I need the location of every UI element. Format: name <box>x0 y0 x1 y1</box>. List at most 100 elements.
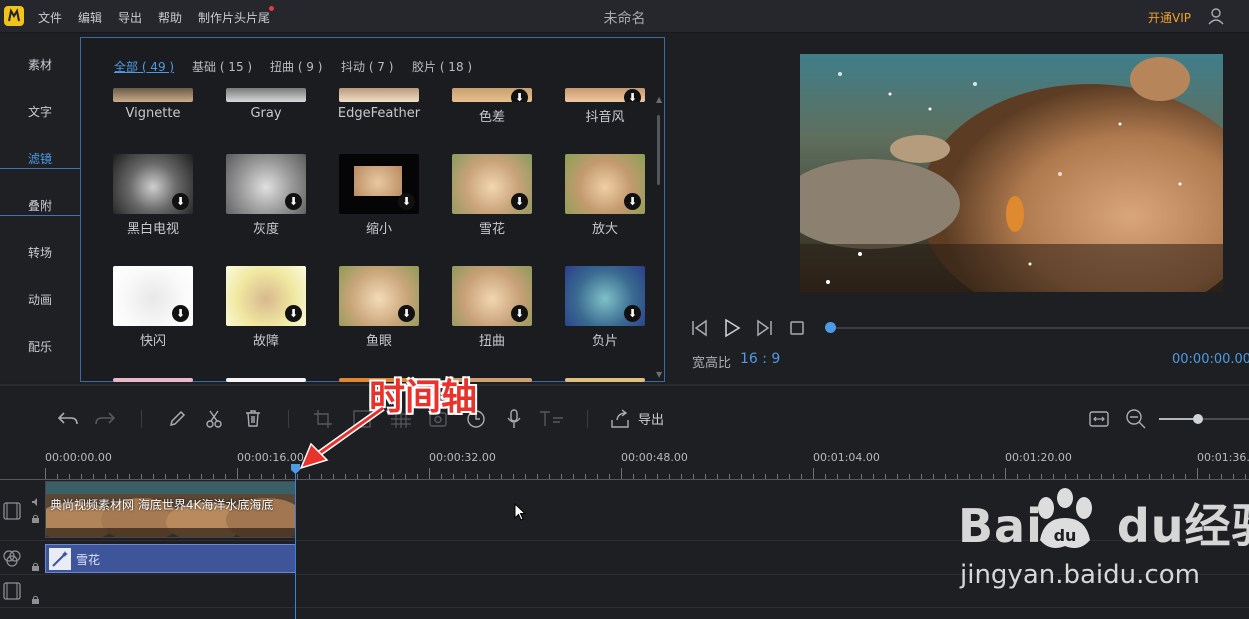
filter-card-snow[interactable]: ⬇ <box>452 154 532 214</box>
volume-icon[interactable] <box>31 497 41 507</box>
filter-card-shrink[interactable]: ⬇ <box>339 154 419 214</box>
download-icon[interactable]: ⬇ <box>172 305 189 322</box>
download-icon[interactable]: ⬇ <box>624 305 641 322</box>
next-frame-icon[interactable] <box>754 319 774 337</box>
filter-card-grayscale[interactable]: ⬇ <box>226 154 306 214</box>
export-button[interactable]: 导出 <box>638 409 664 428</box>
filter-card-chromatic[interactable]: ⬇ <box>452 88 532 102</box>
zoom-slider-handle[interactable] <box>1193 414 1203 424</box>
lock-icon[interactable] <box>31 595 40 605</box>
nav-item-music[interactable]: 配乐 <box>0 324 80 370</box>
filter-card-next[interactable] <box>565 378 645 382</box>
edit-icon[interactable] <box>167 409 187 429</box>
nav-item-media[interactable]: 素材 <box>0 42 80 88</box>
nav-item-overlay[interactable]: 叠附 <box>0 183 80 229</box>
video-preview[interactable] <box>800 54 1223 292</box>
prev-frame-icon[interactable] <box>690 319 710 337</box>
filter-label: 抖音风 <box>585 110 625 125</box>
scroll-up-icon[interactable]: ▲ <box>656 95 662 104</box>
nav-item-transition[interactable]: 转场 <box>0 230 80 276</box>
download-icon[interactable]: ⬇ <box>285 193 302 210</box>
ruler-label: 00:00:32.00 <box>429 451 496 464</box>
filter-label: Gray <box>250 106 282 121</box>
filter-card-vignette[interactable] <box>113 88 193 102</box>
export-icon[interactable] <box>609 408 631 430</box>
menu-intro-outro[interactable]: 制作片头片尾 <box>198 9 270 26</box>
nav-item-filter[interactable]: 滤镜 <box>0 136 80 182</box>
ruler-label: 00:00:00.00 <box>45 451 112 464</box>
menu-export[interactable]: 导出 <box>118 9 142 26</box>
cut-icon[interactable] <box>204 409 224 429</box>
filter-label: 黑白电视 <box>126 222 179 237</box>
lock-icon[interactable] <box>31 562 40 572</box>
filter-scrollbar[interactable] <box>657 115 660 185</box>
tab-distort[interactable]: 扭曲 ( 9 ) <box>270 58 322 75</box>
filter-label: 鱼眼 <box>365 334 392 349</box>
microphone-icon[interactable] <box>505 408 523 430</box>
timeline-toolbar: 导出 <box>0 392 1249 442</box>
download-icon[interactable]: ⬇ <box>398 193 415 210</box>
filter-card-negative[interactable]: ⬇ <box>565 266 645 326</box>
left-nav: 素材 文字 滤镜 叠附 转场 动画 配乐 <box>0 37 80 382</box>
timeline-ruler[interactable]: 00:00:00.00 00:00:16.00 00:00:32.00 00:0… <box>0 448 1249 480</box>
playhead-line[interactable] <box>295 466 296 619</box>
filter-card-zoom[interactable]: ⬇ <box>565 154 645 214</box>
filter-card-glitch[interactable]: ⬇ <box>226 266 306 326</box>
filter-card-gray[interactable] <box>226 88 306 102</box>
user-icon[interactable] <box>1207 7 1225 25</box>
watermark-brand-prefix: Bai <box>958 499 1043 553</box>
filter-label: 灰度 <box>252 222 279 237</box>
stop-icon[interactable] <box>789 320 805 336</box>
filter-card-edgefeather[interactable] <box>339 88 419 102</box>
filter-card-flash[interactable]: ⬇ <box>113 266 193 326</box>
scroll-down-icon[interactable]: ▼ <box>656 370 662 379</box>
menu-help[interactable]: 帮助 <box>158 9 182 26</box>
filter-card-distort[interactable]: ⬇ <box>452 266 532 326</box>
filter-clip[interactable]: 雪花 <box>45 544 296 573</box>
zoom-out-icon[interactable] <box>1125 408 1147 430</box>
progress-handle[interactable] <box>825 322 836 333</box>
filter-card-douyin[interactable]: ⬇ <box>565 88 645 102</box>
download-icon[interactable]: ⬇ <box>511 89 528 102</box>
aspect-ratio-select[interactable]: 16 : 9 <box>740 351 780 367</box>
toolbar-separator <box>141 410 142 428</box>
timeline-divider <box>0 384 1249 386</box>
nav-item-animation[interactable]: 动画 <box>0 277 80 323</box>
download-icon[interactable]: ⬇ <box>511 305 528 322</box>
undo-icon[interactable] <box>57 409 79 429</box>
filter-card-next[interactable] <box>113 378 193 382</box>
lock-icon[interactable] <box>31 514 40 524</box>
redo-icon[interactable] <box>94 409 116 429</box>
fit-timeline-icon[interactable] <box>1088 409 1110 429</box>
download-icon[interactable]: ⬇ <box>172 193 189 210</box>
download-icon[interactable]: ⬇ <box>398 305 415 322</box>
filter-card-fisheye[interactable]: ⬇ <box>339 266 419 326</box>
filter-card-bw-tv[interactable]: ⬇ <box>113 154 193 214</box>
download-icon[interactable]: ⬇ <box>624 89 641 102</box>
delete-icon[interactable] <box>243 408 263 428</box>
aspect-ratio-label: 宽高比 <box>692 356 732 371</box>
filter-label: 放大 <box>591 222 618 237</box>
download-icon[interactable]: ⬇ <box>624 193 641 210</box>
progress-track[interactable] <box>831 327 1249 329</box>
menu-file[interactable]: 文件 <box>38 9 62 26</box>
tab-shake[interactable]: 抖动 ( 7 ) <box>341 58 393 75</box>
notification-dot <box>269 6 274 11</box>
watermark-url: jingyan.baidu.com <box>960 560 1200 590</box>
filter-card-next[interactable] <box>226 378 306 382</box>
nav-item-text[interactable]: 文字 <box>0 89 80 135</box>
filter-label: 快闪 <box>139 334 166 349</box>
filter-track-icon <box>3 550 21 567</box>
watermark-brand-suffix: du经验 <box>1116 499 1249 553</box>
tab-all[interactable]: 全部 ( 49 ) <box>114 58 174 75</box>
mouse-cursor-icon <box>514 503 527 521</box>
play-icon[interactable] <box>722 318 742 338</box>
video-clip[interactable]: 典尚视频素材网 海底世界4K海洋水底海底 <box>45 481 296 538</box>
download-icon[interactable]: ⬇ <box>285 305 302 322</box>
vip-button[interactable]: 开通VIP <box>1148 9 1191 26</box>
text-to-speech-icon[interactable] <box>538 409 566 429</box>
tab-basic[interactable]: 基础 ( 15 ) <box>192 58 252 75</box>
tab-film[interactable]: 胶片 ( 18 ) <box>412 58 472 75</box>
download-icon[interactable]: ⬇ <box>511 193 528 210</box>
menu-edit[interactable]: 编辑 <box>78 9 102 26</box>
